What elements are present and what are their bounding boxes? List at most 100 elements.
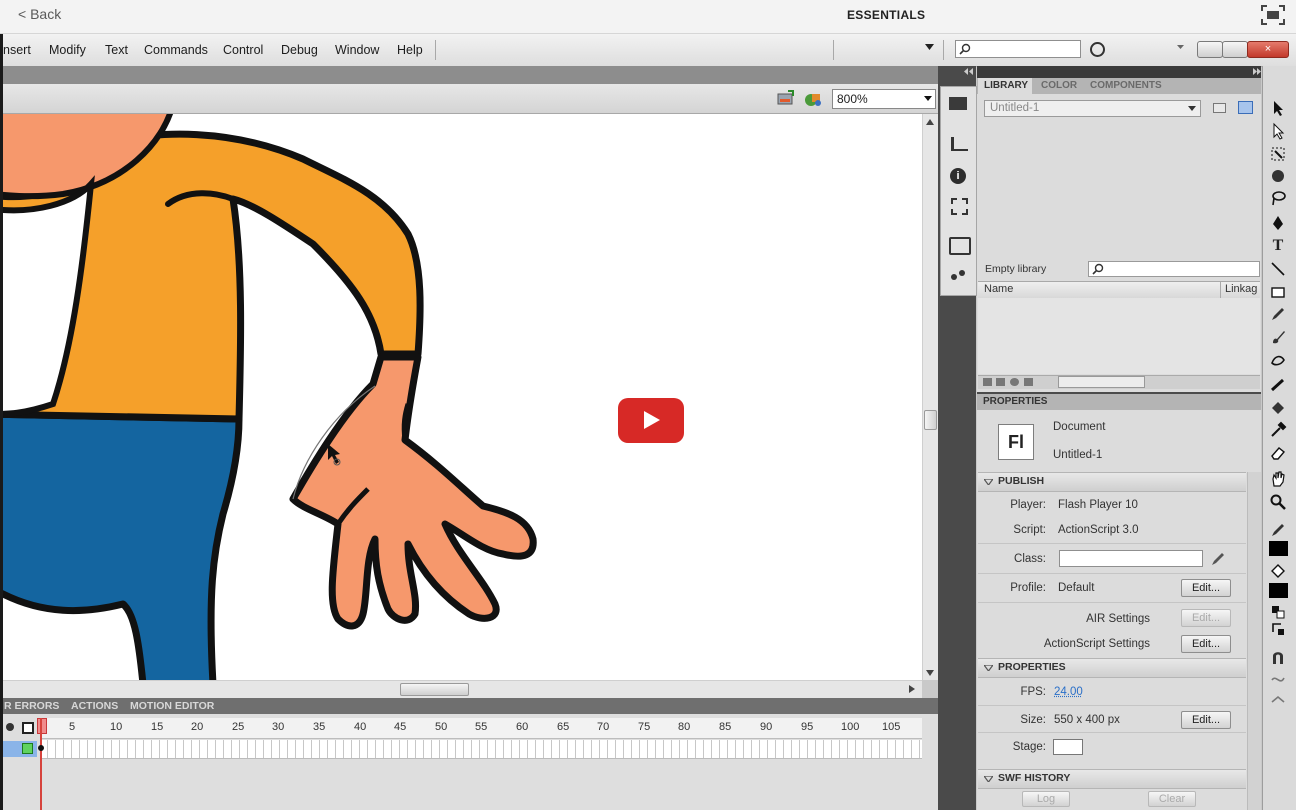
pencil-icon[interactable] [1210, 551, 1226, 567]
stage-canvas[interactable] [3, 114, 922, 680]
layer-color-icon[interactable] [22, 743, 33, 754]
script-value[interactable]: ActionScript 3.0 [1058, 524, 1139, 536]
menu-debug[interactable]: Debug [281, 43, 318, 57]
menu-insert[interactable]: nsert [3, 43, 31, 57]
class-input[interactable] [1059, 550, 1203, 567]
stroke-color-swatch[interactable] [1269, 541, 1288, 556]
zoom-select[interactable]: 800% [832, 89, 936, 109]
free-transform-tool-icon[interactable] [1269, 145, 1287, 163]
workspace-switcher[interactable]: ESSENTIALS [847, 8, 925, 22]
menu-commands[interactable]: Commands [144, 43, 208, 57]
playhead[interactable] [40, 718, 42, 810]
scroll-down-icon[interactable] [926, 670, 934, 676]
player-value[interactable]: Flash Player 10 [1058, 499, 1138, 511]
pen-tool-icon[interactable] [1269, 214, 1287, 232]
text-tool-icon[interactable]: T [1269, 237, 1287, 255]
edit-air-settings-button[interactable]: Edit... [1181, 609, 1231, 627]
help-search-input[interactable] [955, 40, 1081, 58]
properties-scrollbar[interactable] [1247, 472, 1261, 810]
line-tool-icon[interactable] [1269, 260, 1287, 278]
snap-to-objects-icon[interactable] [1269, 648, 1287, 666]
menu-text[interactable]: Text [105, 43, 128, 57]
new-folder-icon[interactable] [996, 378, 1005, 386]
align-icon[interactable] [951, 137, 968, 151]
edit-size-button[interactable]: Edit... [1181, 711, 1231, 729]
section-publish[interactable]: PUBLISH [978, 472, 1246, 492]
section-properties[interactable]: PROPERTIES [978, 658, 1246, 678]
collapse-arrows-icon[interactable] [964, 68, 974, 75]
history-icon[interactable] [949, 237, 971, 255]
tab-compiler-errors[interactable]: R ERRORS [4, 700, 59, 712]
vertical-scroll-thumb[interactable] [924, 410, 937, 430]
black-white-icon[interactable] [1269, 603, 1287, 621]
stage-vertical-scrollbar[interactable] [922, 114, 939, 680]
horizontal-scroll-thumb[interactable] [400, 683, 469, 696]
scroll-right-icon[interactable] [909, 685, 915, 693]
tab-library[interactable]: LIBRARY [984, 80, 1028, 91]
subselection-tool-icon[interactable] [1269, 122, 1287, 140]
menu-help[interactable]: Help [397, 43, 423, 57]
eyedropper-tool-icon[interactable] [1269, 421, 1287, 439]
bone-tool-icon[interactable] [1269, 376, 1287, 394]
stage-color-swatch[interactable] [1053, 739, 1083, 755]
tab-actions[interactable]: ACTIONS [71, 700, 118, 712]
video-play-button[interactable] [618, 398, 684, 443]
straighten-icon[interactable] [1269, 692, 1287, 710]
scroll-up-icon[interactable] [926, 119, 934, 125]
close-button[interactable]: × [1247, 41, 1289, 58]
smooth-icon[interactable] [1269, 670, 1287, 688]
rectangle-tool-icon[interactable] [1269, 283, 1287, 301]
library-item-list[interactable] [978, 298, 1260, 374]
outline-icon[interactable] [22, 722, 34, 734]
tab-motion-editor[interactable]: MOTION EDITOR [130, 700, 214, 712]
brush-tool-icon[interactable] [1269, 328, 1287, 346]
minimize-button[interactable] [1197, 41, 1223, 58]
menu-control[interactable]: Control [223, 43, 263, 57]
cs-live-icon[interactable] [1090, 42, 1105, 57]
fullscreen-icon[interactable] [1260, 4, 1286, 26]
section-swf-history[interactable]: SWF HISTORY [978, 769, 1246, 789]
expand-arrows-icon[interactable] [1252, 68, 1262, 75]
menu-modify[interactable]: Modify [49, 43, 86, 57]
transform-icon[interactable] [951, 198, 968, 215]
pin-library-icon[interactable] [1213, 103, 1226, 113]
tab-color[interactable]: COLOR [1041, 80, 1077, 91]
clear-button[interactable]: Clear [1148, 791, 1196, 807]
components-icon[interactable] [950, 269, 966, 281]
menu-window[interactable]: Window [335, 43, 379, 57]
column-name[interactable]: Name [984, 283, 1013, 295]
swap-colors-icon[interactable] [1269, 620, 1287, 638]
new-symbol-icon[interactable] [983, 378, 992, 386]
swatches-icon[interactable] [949, 97, 967, 110]
restore-button[interactable] [1222, 41, 1248, 58]
fill-color-swatch[interactable] [1269, 583, 1288, 598]
eraser-tool-icon[interactable] [1269, 444, 1287, 462]
column-linkage[interactable]: Linkag [1225, 283, 1257, 295]
hand-tool-icon[interactable] [1269, 470, 1287, 488]
zoom-tool-icon[interactable] [1269, 493, 1287, 511]
delete-icon[interactable] [1024, 378, 1033, 386]
timeline-frames[interactable] [40, 740, 922, 759]
fill-color-icon[interactable] [1269, 562, 1287, 580]
edit-scene-icon[interactable] [776, 90, 796, 108]
3d-rotation-tool-icon[interactable] [1269, 167, 1287, 185]
library-horizontal-scrollbar[interactable] [1058, 376, 1145, 388]
fps-value[interactable]: 24.00 [1054, 686, 1083, 698]
playhead-handle[interactable] [37, 718, 47, 734]
edit-actionscript-settings-button[interactable]: Edit... [1181, 635, 1231, 653]
tab-properties[interactable]: PROPERTIES [983, 396, 1047, 407]
paint-bucket-tool-icon[interactable] [1269, 399, 1287, 417]
lasso-tool-icon[interactable] [1269, 189, 1287, 207]
library-document-select[interactable]: Untitled-1 [984, 100, 1201, 117]
back-link[interactable]: < Back [18, 6, 61, 22]
edit-profile-button[interactable]: Edit... [1181, 579, 1231, 597]
deco-tool-icon[interactable] [1269, 351, 1287, 369]
edit-symbols-icon[interactable] [803, 90, 825, 108]
stroke-color-icon[interactable] [1269, 521, 1287, 539]
log-button[interactable]: Log [1022, 791, 1070, 807]
pencil-tool-icon[interactable] [1269, 305, 1287, 323]
info-icon[interactable]: i [950, 168, 966, 184]
chevron-down-icon[interactable] [1177, 45, 1184, 49]
keyframe-marker[interactable] [38, 745, 44, 751]
new-library-icon[interactable] [1238, 101, 1253, 114]
